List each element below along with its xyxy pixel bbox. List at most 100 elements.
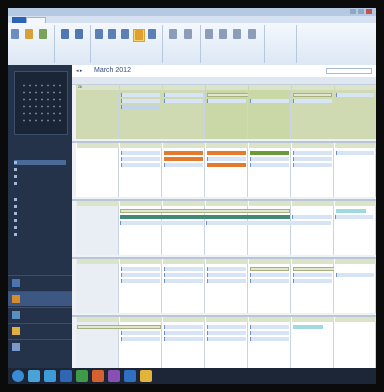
day-cell[interactable] [205, 259, 248, 313]
day-cell[interactable] [291, 85, 334, 139]
calendar-event[interactable] [164, 93, 203, 97]
checkbox-icon[interactable] [14, 232, 17, 236]
mini-calendar[interactable] [14, 71, 68, 135]
calendar-event[interactable] [293, 325, 323, 329]
day-cell[interactable] [248, 143, 291, 197]
outlook-icon[interactable] [124, 370, 136, 382]
checkbox-icon[interactable] [14, 204, 17, 208]
checkbox-icon[interactable] [14, 211, 17, 215]
calendar-event[interactable] [293, 157, 332, 161]
calendar-event[interactable] [336, 151, 374, 155]
day-cell[interactable] [248, 317, 291, 371]
day-cell[interactable] [291, 201, 334, 255]
calendar-event[interactable] [164, 151, 203, 155]
word-icon[interactable] [60, 370, 72, 382]
week-button[interactable] [120, 29, 130, 40]
calendar-event[interactable] [121, 157, 160, 161]
calendar-event[interactable] [207, 99, 246, 103]
calendar-event[interactable] [250, 337, 289, 341]
calendar-event[interactable] [250, 325, 289, 329]
calendar-event[interactable] [207, 331, 246, 335]
share-calendar-button[interactable] [218, 29, 228, 40]
nav-arrows-icon[interactable]: ◂ ▸ [76, 68, 82, 74]
calendar-event[interactable] [121, 267, 160, 271]
browser-icon[interactable] [44, 370, 56, 382]
nav-item[interactable] [14, 218, 19, 223]
checkbox-icon[interactable] [14, 174, 17, 178]
calendar-event[interactable] [207, 267, 246, 271]
checkbox-icon[interactable] [14, 181, 17, 185]
calendar-event[interactable] [250, 99, 289, 103]
calendar-event[interactable] [164, 325, 203, 329]
day-cell[interactable] [205, 143, 248, 197]
calendar-event[interactable] [207, 273, 246, 277]
day-cell[interactable] [162, 85, 205, 139]
publish-online-button[interactable] [232, 29, 242, 40]
new-appointment-button[interactable] [10, 29, 20, 40]
search-calendar-input[interactable] [326, 68, 372, 74]
calendar-event[interactable] [336, 93, 374, 97]
calendar-event[interactable] [120, 209, 290, 213]
close-icon[interactable] [366, 9, 372, 14]
minimize-icon[interactable] [350, 9, 356, 14]
calendar-event[interactable] [206, 221, 331, 225]
calendar-event[interactable] [336, 273, 374, 277]
calendar-event[interactable] [121, 279, 160, 283]
calendar-event[interactable] [207, 337, 246, 341]
calendar-permissions-button[interactable] [247, 29, 257, 40]
checkbox-icon[interactable] [14, 160, 17, 164]
calendar-event[interactable] [121, 273, 160, 277]
checkbox-icon[interactable] [14, 167, 17, 171]
day-cell[interactable] [76, 259, 119, 313]
calendar-event[interactable] [164, 157, 203, 161]
nav-item[interactable] [14, 211, 19, 216]
day-cell[interactable] [334, 317, 376, 371]
calendar-event[interactable] [164, 331, 203, 335]
calendar-event[interactable] [293, 273, 332, 277]
day-cell[interactable] [162, 259, 205, 313]
day-cell[interactable] [334, 143, 376, 197]
checkbox-icon[interactable] [14, 225, 17, 229]
start-icon[interactable] [12, 370, 24, 382]
nav-item[interactable] [14, 225, 19, 230]
day-cell[interactable]: 26 [76, 85, 119, 139]
calendar-event[interactable] [121, 337, 160, 341]
email-calendar-button[interactable] [204, 29, 214, 40]
nav-item[interactable] [14, 197, 19, 202]
today-button[interactable] [60, 29, 70, 40]
folder-icon[interactable] [140, 370, 152, 382]
day-cell[interactable] [76, 143, 119, 197]
day-cell[interactable] [248, 85, 291, 139]
checkbox-icon[interactable] [14, 218, 17, 222]
calendar-event[interactable] [121, 331, 160, 335]
calendar-event[interactable] [207, 279, 246, 283]
calendar-event[interactable] [250, 157, 289, 161]
calendar-event[interactable] [293, 93, 332, 97]
day-cell[interactable] [205, 85, 289, 139]
calendar-event[interactable] [250, 273, 289, 277]
calendar-event[interactable] [250, 331, 289, 335]
day-cell[interactable] [291, 259, 375, 313]
work-week-button[interactable] [107, 29, 117, 40]
calendar-event[interactable] [335, 215, 373, 219]
calendar-event[interactable] [250, 163, 289, 167]
calendar-event[interactable] [250, 151, 289, 155]
calendar-event[interactable] [293, 151, 332, 155]
nav-item-calendar[interactable] [14, 160, 66, 165]
day-cell[interactable] [248, 259, 291, 313]
nav-item[interactable] [14, 232, 19, 237]
calendar-event[interactable] [121, 99, 160, 103]
day-cell[interactable] [162, 317, 205, 371]
calendar-event[interactable] [121, 105, 160, 109]
nav-notes[interactable] [8, 339, 72, 354]
calendar-event[interactable] [164, 337, 203, 341]
nav-tasks[interactable] [8, 323, 72, 338]
calendar-event[interactable] [121, 151, 160, 155]
calendar-event[interactable] [293, 163, 332, 167]
calendar-event[interactable] [207, 325, 246, 329]
calendar-event[interactable] [207, 157, 246, 161]
day-cell[interactable] [334, 201, 376, 255]
open-calendar-button[interactable] [168, 29, 178, 40]
explorer-icon[interactable] [28, 370, 40, 382]
nav-item[interactable] [14, 167, 19, 172]
